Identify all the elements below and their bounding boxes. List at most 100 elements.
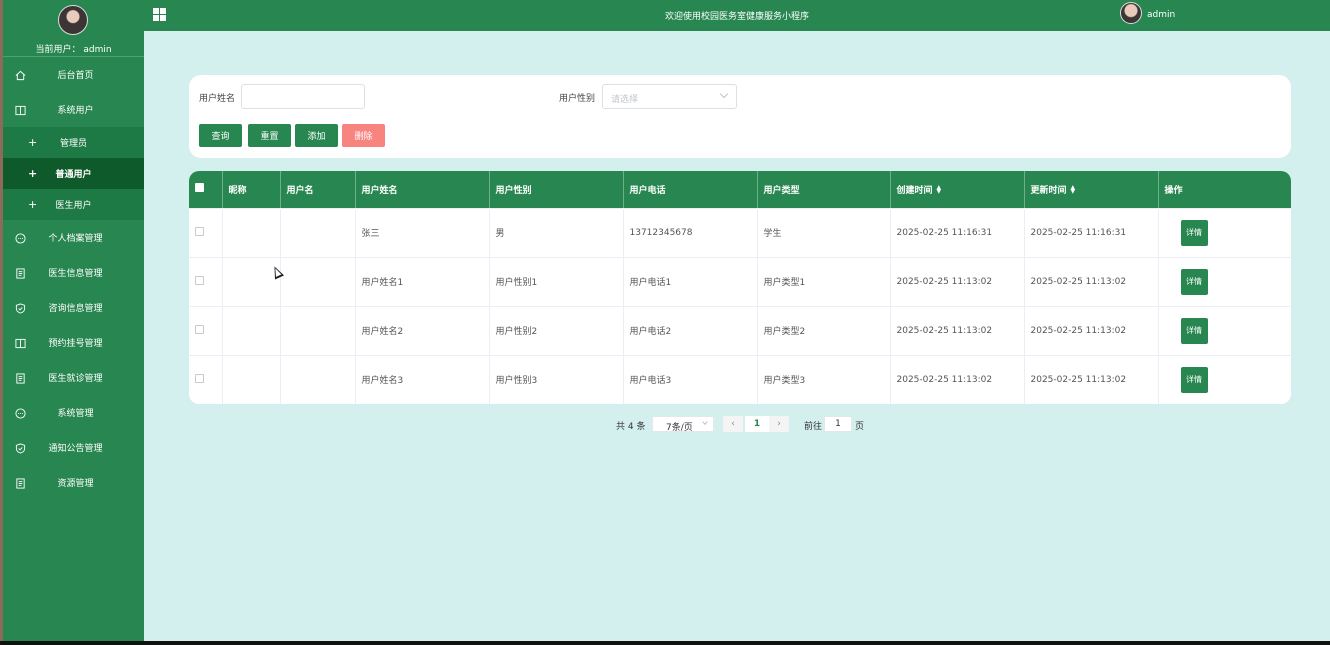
table-row[interactable]: 用户姓名1 用户性别1 用户电话1 用户类型1 2025-02-25 11:13:02 2… (189, 256, 1291, 306)
sort-icon[interactable]: ▲ ▼ (937, 185, 942, 195)
row-checkbox[interactable] (195, 226, 204, 236)
name-field-label: 用户姓名 (199, 94, 236, 104)
header-avatar[interactable] (1120, 2, 1142, 24)
reset-button[interactable]: 重置 (248, 124, 291, 147)
current-user-text: 当前用户： admin (3, 42, 144, 55)
cell-name: 用户姓名2 (355, 305, 490, 355)
page-size-select[interactable]: 7条/页 (652, 416, 714, 433)
top-header: 欢迎使用校园医务室健康服务小程序 admin (144, 0, 1330, 31)
detail-button[interactable]: 详情 (1180, 268, 1208, 295)
cell-type: 用户类型1 (757, 256, 891, 306)
sidebar-subitem-normal-user[interactable]: + 普通用户 (3, 158, 144, 189)
columns-icon (13, 336, 27, 350)
detail-button[interactable]: 详情 (1180, 317, 1208, 344)
sidebar-item-resources[interactable]: 资源管理 (3, 465, 144, 500)
cell-nickname (222, 207, 281, 257)
current-user-name: admin (83, 45, 112, 55)
cell-phone: 用户电话1 (623, 256, 758, 306)
column-header-phone: 用户电话 (623, 171, 758, 208)
cell-actions: 详情 (1158, 256, 1291, 306)
shield-icon (13, 441, 27, 455)
sidebar-item-label: 管理员 (59, 139, 87, 149)
cell-actions: 详情 (1158, 207, 1291, 257)
table-row[interactable]: 用户姓名2 用户性别2 用户电话2 用户类型2 2025-02-25 11:13:02 2… (189, 305, 1291, 355)
current-user-label: 当前用户： (35, 45, 81, 55)
cell-phone: 用户电话3 (623, 354, 758, 404)
row-select-cell[interactable] (189, 256, 223, 306)
cell-name: 用户姓名1 (355, 256, 490, 306)
column-header-type: 用户类型 (757, 171, 891, 208)
sidebar-item-appointment[interactable]: 预约挂号管理 (3, 325, 144, 360)
plus-icon: + (28, 136, 38, 149)
table-row[interactable]: 张三男 13712345678 学生 2025-02-25 11:16:31 2025-… (189, 207, 1291, 257)
cell-type: 学生 (757, 207, 891, 257)
column-header-created-label: 创建时间 (896, 185, 933, 196)
sidebar-item-consult-info[interactable]: 咨询信息管理 (3, 290, 144, 325)
add-button[interactable]: 添加 (295, 124, 338, 147)
header-username[interactable]: admin (1147, 10, 1175, 20)
page-size-value: 7条/页 (666, 423, 693, 433)
cell-username (280, 256, 356, 306)
column-header-nickname: 昵称 (222, 171, 281, 208)
cell-gender: 用户性别3 (489, 354, 624, 404)
cell-phone: 用户电话2 (623, 305, 758, 355)
sidebar-subitem-admin[interactable]: + 管理员 (3, 127, 144, 158)
delete-button[interactable]: 删除 (342, 124, 385, 147)
search-panel: 用户姓名 用户性别 请选择 查询 重置 添加 删除 (189, 75, 1291, 158)
prev-page-button[interactable]: ‹ (723, 416, 743, 432)
cell-updated: 2025-02-25 11:13:02 (1024, 256, 1159, 306)
column-header-actions: 操作 (1158, 171, 1291, 208)
pagination-total: 共 4 条 (616, 422, 646, 432)
sidebar-item-notice[interactable]: 通知公告管理 (3, 430, 144, 465)
columns-icon (13, 103, 27, 117)
row-checkbox[interactable] (195, 275, 204, 285)
gender-select-placeholder: 请选择 (611, 95, 639, 105)
next-page-button[interactable]: › (769, 416, 789, 432)
chevron-down-icon (702, 419, 708, 425)
current-page-number[interactable]: 1 (745, 416, 769, 432)
chevron-down-icon (719, 89, 729, 99)
detail-button[interactable]: 详情 (1180, 219, 1208, 246)
cell-phone: 13712345678 (623, 207, 758, 257)
column-header-created[interactable]: 创建时间 ▲ ▼ (890, 171, 1025, 208)
select-all-cell[interactable] (189, 171, 223, 208)
cell-updated: 2025-02-25 11:13:02 (1024, 305, 1159, 355)
row-select-cell[interactable] (189, 354, 223, 404)
detail-button[interactable]: 详情 (1180, 366, 1208, 393)
sidebar-item-personal-records[interactable]: 个人档案管理 (3, 220, 144, 255)
shield-icon (13, 301, 27, 315)
document-icon (13, 476, 27, 490)
cell-actions: 详情 (1158, 354, 1291, 404)
cell-type: 用户类型2 (757, 305, 891, 355)
cell-nickname (222, 305, 281, 355)
sort-icon[interactable]: ▲ ▼ (1071, 185, 1076, 195)
cell-name: 张三 (355, 207, 490, 257)
chat-icon (13, 231, 27, 245)
column-header-username: 用户名 (280, 171, 356, 208)
row-checkbox[interactable] (195, 324, 204, 334)
sidebar-item-doctor-info[interactable]: 医生信息管理 (3, 255, 144, 290)
select-all-checkbox[interactable] (195, 183, 204, 193)
sidebar-item-system-users[interactable]: 系统用户 (3, 92, 144, 127)
row-checkbox[interactable] (195, 373, 204, 383)
sidebar-item-doctor-visit[interactable]: 医生就诊管理 (3, 360, 144, 395)
row-select-cell[interactable] (189, 305, 223, 355)
user-table: 昵称 用户名 用户姓名 用户性别 用户电话 用户类型 创建时间 ▲ ▼ 更新时间 ▲ ▼… (189, 171, 1291, 404)
column-header-updated-label: 更新时间 (1030, 185, 1067, 196)
cell-gender: 男 (489, 207, 624, 257)
goto-page-input[interactable]: 1 (824, 416, 852, 432)
sidebar-subitem-doctor-user[interactable]: + 医生用户 (3, 189, 144, 220)
row-select-cell[interactable] (189, 207, 223, 257)
table-header-row: 昵称 用户名 用户姓名 用户性别 用户电话 用户类型 创建时间 ▲ ▼ 更新时间 ▲ ▼… (189, 171, 1291, 208)
cell-created: 2025-02-25 11:13:02 (890, 305, 1025, 355)
column-header-updated[interactable]: 更新时间 ▲ ▼ (1024, 171, 1159, 208)
table-row[interactable]: 用户姓名3 用户性别3 用户电话3 用户类型3 2025-02-25 11:13:02 2… (189, 354, 1291, 404)
cell-created: 2025-02-25 11:13:02 (890, 354, 1025, 404)
name-search-input[interactable] (241, 84, 365, 109)
cell-username (280, 207, 356, 257)
sidebar-item-home[interactable]: 后台首页 (3, 57, 144, 92)
query-button[interactable]: 查询 (199, 124, 242, 147)
gender-select[interactable]: 请选择 (602, 84, 737, 109)
cell-nickname (222, 256, 281, 306)
bottom-edge (0, 641, 1330, 645)
